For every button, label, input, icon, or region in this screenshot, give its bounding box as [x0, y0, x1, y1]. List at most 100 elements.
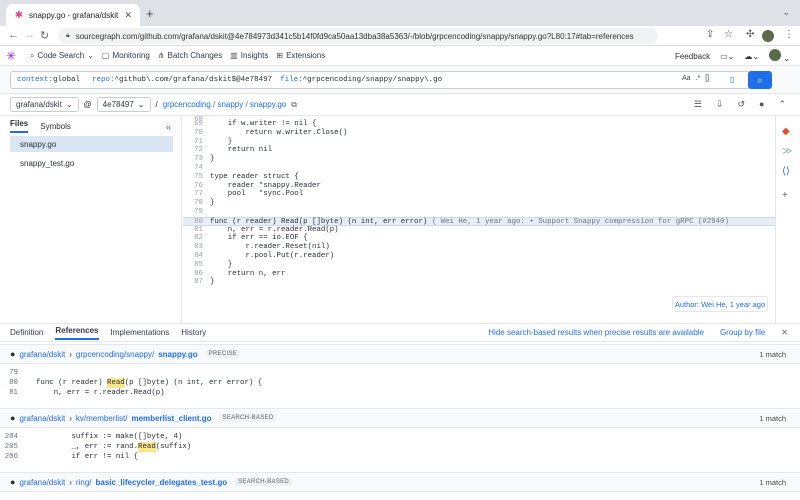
- extensions-puzzle-icon[interactable]: ✣: [746, 29, 754, 40]
- nav-code-search[interactable]: ⌕ Code Search ⌄: [30, 51, 94, 61]
- chevron-down-icon: ⌄: [137, 100, 145, 109]
- file-item-snappy-test-go[interactable]: snappy_test.go: [10, 155, 173, 171]
- blame-annotation[interactable]: { Wei He, 1 year ago: • Support Snappy c…: [427, 218, 729, 226]
- reload-icon[interactable]: ↻: [40, 29, 49, 42]
- repo-breadcrumb: grafana/dskit ⌄ @ 4e78497 ⌄ / grpcencoding…: [0, 94, 800, 116]
- sourcegraph-favicon-icon: ✱: [14, 9, 24, 21]
- close-tab-icon[interactable]: ✕: [124, 10, 132, 21]
- share-icon[interactable]: ⇪: [706, 29, 714, 40]
- code-line: 72 return nil: [194, 146, 273, 155]
- vscode-icon[interactable]: ⟨⟩: [782, 166, 790, 177]
- nav-monitoring[interactable]: ▢ Monitoring: [102, 51, 150, 60]
- search-icon: ⌕: [30, 50, 35, 60]
- repo-link[interactable]: grafana/dskit: [19, 414, 65, 423]
- browser-tab[interactable]: ✱ snappy.go - grafana/dskit - So ✕: [6, 4, 140, 26]
- regex-toggle[interactable]: .*: [696, 75, 701, 82]
- tab-implementations[interactable]: Implementations: [111, 328, 170, 337]
- sidebar-tabs: Files Symbols: [0, 116, 181, 136]
- bookmark-star-icon[interactable]: ☆: [724, 29, 733, 40]
- extension-rail: ◆ ≫ ⟨⟩ +: [775, 116, 800, 323]
- reference-group-header[interactable]: ● grafana/dskit › kv/memberlist/memberli…: [0, 408, 800, 428]
- history-icon[interactable]: ↺: [737, 99, 745, 110]
- reference-line[interactable]: 79: [0, 368, 800, 378]
- raw-view-icon[interactable]: ☰: [694, 99, 702, 110]
- group-by-file-link[interactable]: Group by file: [720, 328, 765, 337]
- precision-badge: PRECISE: [205, 350, 241, 358]
- reference-line[interactable]: 81 n, err = r.reader.Read(p): [0, 388, 800, 398]
- git-extension-icon[interactable]: ◆: [782, 126, 790, 137]
- code-line-selected[interactable]: 80 func (r reader) Read(p []byte) (n int,…: [183, 216, 775, 226]
- code-line: 70 return w.writer.Close(): [194, 128, 348, 137]
- code-line: 77 pool *sync.Pool: [194, 190, 304, 199]
- tab-history[interactable]: History: [181, 328, 206, 337]
- panel-actions: Hide search-based results when precise r…: [488, 328, 788, 337]
- tab-search-chevron-icon[interactable]: ⌄: [782, 7, 790, 18]
- file-item-snappy-go[interactable]: snappy.go: [10, 136, 173, 152]
- cloud-status-icon[interactable]: ☁⌄: [744, 52, 759, 61]
- file-sidebar: Files Symbols « snappy.go snappy_test.go: [0, 116, 182, 323]
- tab-references[interactable]: References: [55, 326, 99, 340]
- search-input[interactable]: context: global repo: ^github\.com/grafana…: [10, 71, 750, 89]
- precision-badge: SEARCH-BASED: [219, 414, 277, 422]
- reference-line[interactable]: 205 _, err := rand. Read (suffix): [0, 442, 800, 452]
- reference-line[interactable]: 206 if err != nil {: [0, 452, 800, 462]
- user-avatar[interactable]: ⌄: [769, 49, 790, 63]
- match-count: 1 match: [759, 477, 786, 487]
- path-arrow: ›: [69, 413, 72, 423]
- hide-search-based-link[interactable]: Hide search-based results when precise r…: [488, 328, 704, 337]
- copy-path-icon[interactable]: ⧉: [291, 100, 297, 110]
- reference-group: ● grafana/dskit › ring/basic_lifecycler_…: [0, 472, 800, 492]
- chevron-down-icon: ⌄: [87, 51, 94, 60]
- saved-search-icon[interactable]: ▯: [730, 75, 734, 84]
- path-link[interactable]: kv/memberlist/: [76, 414, 128, 423]
- collapse-sidebar-icon[interactable]: «: [166, 122, 171, 132]
- path-link[interactable]: ring/: [76, 478, 92, 487]
- extensions-icon: ⊞: [276, 51, 284, 60]
- revision-selector[interactable]: 4e78497 ⌄: [96, 97, 151, 112]
- open-in-editor-icon[interactable]: ≫: [782, 146, 792, 157]
- collapse-up-icon[interactable]: ⌃: [778, 99, 786, 110]
- terminal-icon[interactable]: ▭⌄: [720, 52, 734, 61]
- sourcegraph-logo-icon[interactable]: ✳: [0, 49, 22, 63]
- url-text: sourcegraph.com/github.com/grafana/dskit…: [75, 31, 634, 41]
- path-separator: /: [155, 100, 158, 109]
- tab-definition[interactable]: Definition: [10, 328, 43, 337]
- new-tab-icon[interactable]: +: [146, 6, 154, 21]
- tab-files[interactable]: Files: [10, 119, 29, 133]
- forward-arrow-icon[interactable]: →: [24, 29, 35, 41]
- add-extension-icon[interactable]: +: [782, 190, 788, 201]
- code-line: 69 if w.writer != nil {: [194, 120, 317, 128]
- browser-tab-strip: ✱ snappy.go - grafana/dskit - So ✕ + ⌄: [0, 0, 800, 26]
- download-icon[interactable]: ⇩: [716, 99, 724, 110]
- nav-extensions[interactable]: ⊞ Extensions: [276, 51, 325, 60]
- file-link[interactable]: memberlist_client.go: [131, 414, 211, 423]
- nav-batch-changes[interactable]: ⋔ Batch Changes: [158, 51, 222, 60]
- file-path-link[interactable]: grpcencoding / snappy / snappy.go: [163, 100, 287, 109]
- code-line: 76 reader *snappy.Reader: [194, 181, 321, 190]
- match-highlight: Read: [138, 442, 156, 452]
- profile-avatar[interactable]: [762, 30, 774, 45]
- reference-line[interactable]: 80 func (r reader) Read (p []byte) (n int,…: [0, 378, 800, 388]
- reference-group-header[interactable]: ● grafana/dskit › grpcencoding/snappy/sn…: [0, 344, 800, 364]
- nav-insights[interactable]: ▥ Insights: [230, 51, 268, 60]
- feedback-button[interactable]: Feedback: [675, 52, 710, 61]
- repo-link[interactable]: grafana/dskit: [19, 478, 65, 487]
- reference-group-header[interactable]: ● grafana/dskit › ring/basic_lifecycler_…: [0, 472, 800, 492]
- github-icon[interactable]: ●: [759, 99, 764, 110]
- author-tooltip[interactable]: Author: Wei He, 1 year ago: [672, 296, 768, 312]
- repo-link[interactable]: grafana/dskit: [19, 350, 65, 359]
- tab-symbols[interactable]: Symbols: [40, 122, 71, 131]
- case-sensitivity-toggle[interactable]: Aa: [682, 75, 691, 82]
- code-view: 68 69 if w.writer != nil { 70 return w.w…: [183, 116, 775, 323]
- search-button[interactable]: ⌕: [748, 71, 772, 89]
- reference-line[interactable]: 204 suffix := make([]byte, 4): [0, 432, 800, 442]
- back-arrow-icon[interactable]: ←: [8, 29, 19, 41]
- repo-selector[interactable]: grafana/dskit ⌄: [10, 97, 79, 112]
- file-link[interactable]: snappy.go: [158, 350, 197, 359]
- file-link[interactable]: basic_lifecycler_delegates_test.go: [95, 478, 227, 487]
- close-panel-icon[interactable]: ✕: [781, 328, 788, 337]
- structural-toggle[interactable]: []: [705, 75, 709, 82]
- path-link[interactable]: grpcencoding/snappy/: [76, 350, 154, 359]
- address-bar[interactable]: 🔒︎ sourcegraph.com/github.com/grafana/ds…: [58, 28, 658, 44]
- browser-menu-icon[interactable]: ⋮: [784, 29, 794, 40]
